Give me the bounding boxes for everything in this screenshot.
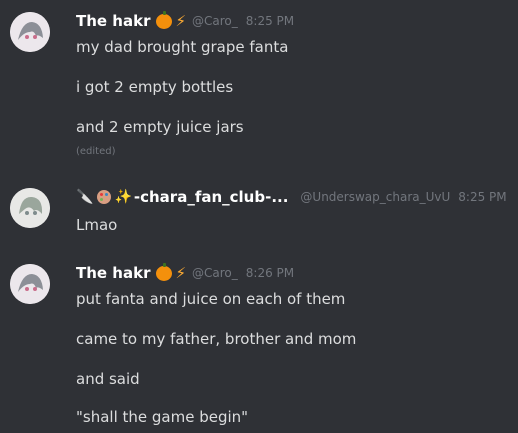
message-text: "shall the game begin"	[76, 408, 249, 426]
message-text: i got 2 empty bottles	[76, 78, 234, 96]
user-handle: @Caro_	[192, 266, 238, 280]
edited-label: (edited)	[76, 146, 116, 157]
username[interactable]: The hakr	[76, 264, 150, 282]
palette-icon	[97, 190, 112, 204]
message-text: and 2 empty juice jars	[76, 118, 244, 136]
message-text: came to my father, brother and mom	[76, 330, 357, 348]
pumpkin-icon	[156, 262, 173, 281]
lightning-icon: ⚡	[175, 12, 187, 30]
message-text: Lmao	[76, 216, 118, 234]
pumpkin-icon	[156, 10, 173, 29]
timestamp[interactable]: 8:25 PM	[246, 14, 294, 28]
timestamp[interactable]: 8:26 PM	[246, 266, 294, 280]
message-text: put fanta and juice on each of them	[76, 290, 346, 308]
message-text: and said	[76, 370, 140, 388]
username[interactable]: -chara_fan_club-...	[134, 188, 289, 206]
avatar[interactable]	[10, 264, 50, 304]
avatar[interactable]	[10, 12, 50, 52]
message-text: my dad brought grape fanta	[76, 38, 289, 56]
message-header: The hakr ⚡ @Caro_ 8:25 PM	[76, 10, 294, 32]
timestamp[interactable]: 8:25 PM	[458, 190, 506, 204]
username[interactable]: The hakr	[76, 12, 150, 30]
user-handle: @Caro_	[192, 14, 238, 28]
knife-icon: 🔪	[76, 189, 94, 205]
sparkles-icon: ✨	[114, 189, 132, 205]
message-header: The hakr ⚡ @Caro_ 8:26 PM	[76, 262, 294, 284]
message-header: 🔪 ✨ -chara_fan_club-... @Underswap_chara…	[76, 186, 507, 208]
lightning-icon: ⚡	[175, 264, 187, 282]
avatar[interactable]	[10, 188, 50, 228]
user-handle: @Underswap_chara_UvU	[300, 190, 451, 204]
